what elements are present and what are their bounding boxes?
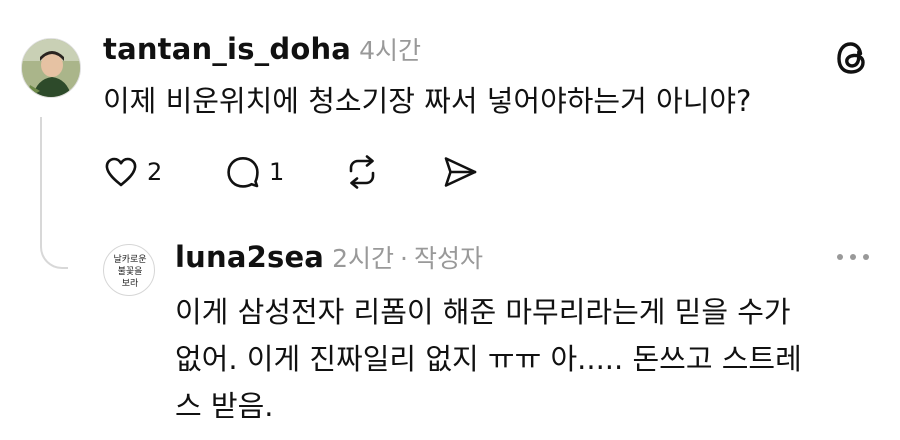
author-tag: 작성자 bbox=[413, 244, 483, 273]
reply-text-line-2: 없어. 이게 진짜일리 없지 ㅠㅠ 아..... 돈쓰고 스트레 bbox=[175, 342, 802, 376]
svg-text:날카로운: 날카로운 bbox=[113, 254, 146, 265]
reply-count: 1 bbox=[269, 158, 285, 186]
avatar[interactable] bbox=[21, 38, 81, 98]
reply-header: luna2sea 2시간 · 작성자 bbox=[175, 239, 483, 275]
threads-logo-icon[interactable] bbox=[832, 38, 872, 78]
svg-text:불꽃을: 불꽃을 bbox=[118, 266, 143, 277]
svg-text:보라: 보라 bbox=[122, 278, 139, 289]
separator-dot: · bbox=[399, 244, 408, 273]
reply-avatar[interactable]: 날카로운 불꽃을 보라 bbox=[103, 244, 155, 296]
reply-button[interactable]: 1 bbox=[225, 154, 284, 190]
reply-avatar-calligraphy: 날카로운 불꽃을 보라 bbox=[113, 254, 146, 289]
comment-bubble-icon bbox=[227, 157, 259, 188]
thread-connector-line bbox=[40, 117, 68, 269]
repost-icon bbox=[349, 155, 375, 189]
comment-text: 이제 비운위치에 청소기장 짜서 넣어야하는거 아니야? bbox=[103, 84, 752, 118]
reply-username[interactable]: luna2sea bbox=[175, 240, 324, 274]
share-button[interactable] bbox=[441, 154, 479, 194]
more-dots-icon bbox=[837, 254, 869, 260]
heart-icon bbox=[105, 157, 137, 187]
comment-header: tantan_is_doha 4시간 bbox=[103, 31, 421, 67]
comment-username[interactable]: tantan_is_doha bbox=[103, 32, 351, 66]
send-icon bbox=[444, 157, 477, 187]
like-button[interactable]: 2 bbox=[103, 154, 162, 190]
like-count: 2 bbox=[147, 158, 163, 186]
repost-button[interactable] bbox=[343, 154, 381, 194]
reply-time: 2시간 bbox=[332, 244, 394, 273]
avatar-photo bbox=[22, 39, 80, 97]
reply-text-line-3: 스 받음. bbox=[175, 389, 274, 423]
more-options-button[interactable] bbox=[835, 249, 871, 268]
reply-text-line-1: 이게 삼성전자 리폼이 해준 마무리라는게 믿을 수가 bbox=[175, 295, 791, 329]
comment-time: 4시간 bbox=[359, 36, 421, 65]
